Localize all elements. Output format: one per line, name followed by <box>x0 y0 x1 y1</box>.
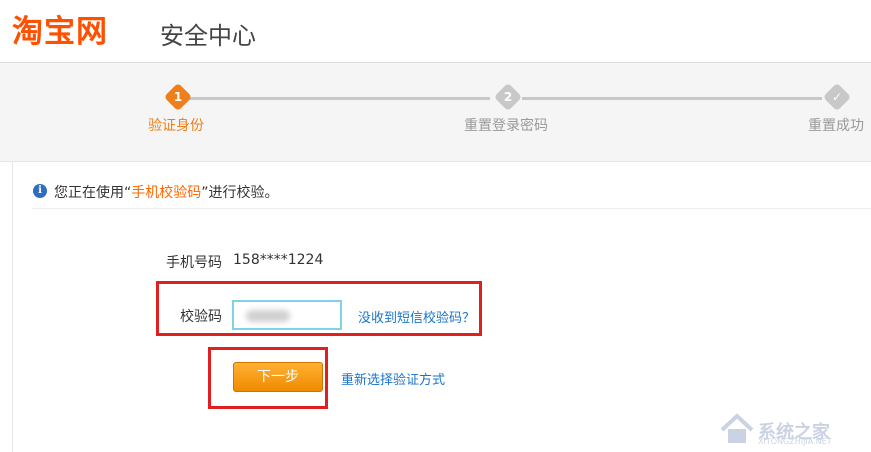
verification-method: 手机校验码 <box>131 185 202 201</box>
step-1-number: 1 <box>173 90 183 104</box>
notice-prefix: 您正在使用“ <box>54 185 132 201</box>
step-track-2 <box>522 97 822 100</box>
info-icon: i <box>33 184 47 198</box>
reselect-method-link[interactable]: 重新选择验证方式 <box>341 369 445 388</box>
header: 淘宝网 安全中心 <box>0 0 871 62</box>
watermark-subtext: XITONGZHIJIA.NET <box>758 437 832 446</box>
blurred-code <box>246 310 290 322</box>
notice-divider <box>32 208 871 209</box>
verification-method-notice: 您正在使用“手机校验码”进行校验。 <box>54 182 279 202</box>
step-3-label: 重置成功 <box>808 118 864 134</box>
progress-steps: 1 验证身份 2 重置登录密码 ✓ 重置成功 <box>0 63 871 161</box>
no-code-received-link[interactable]: 没收到短信校验码？ <box>358 307 475 326</box>
phone-label: 手机号码 <box>166 255 222 271</box>
step-track-1 <box>188 97 490 100</box>
phone-value: 158****1224 <box>233 252 324 268</box>
notice-suffix: ”进行校验。 <box>201 185 279 201</box>
watermark-house-icon <box>720 413 754 443</box>
code-label: 校验码 <box>180 309 222 325</box>
checkmark-icon: ✓ <box>831 90 843 104</box>
next-step-button[interactable]: 下一步 <box>233 362 323 392</box>
watermark: 系统之家 XITONGZHIJIA.NET <box>718 410 868 448</box>
step-2-number: 2 <box>503 90 513 104</box>
step-1-label: 验证身份 <box>148 118 204 134</box>
taobao-logo[interactable]: 淘宝网 <box>12 6 108 51</box>
security-center-title: 安全中心 <box>160 22 256 50</box>
step-2-label: 重置登录密码 <box>464 118 548 134</box>
